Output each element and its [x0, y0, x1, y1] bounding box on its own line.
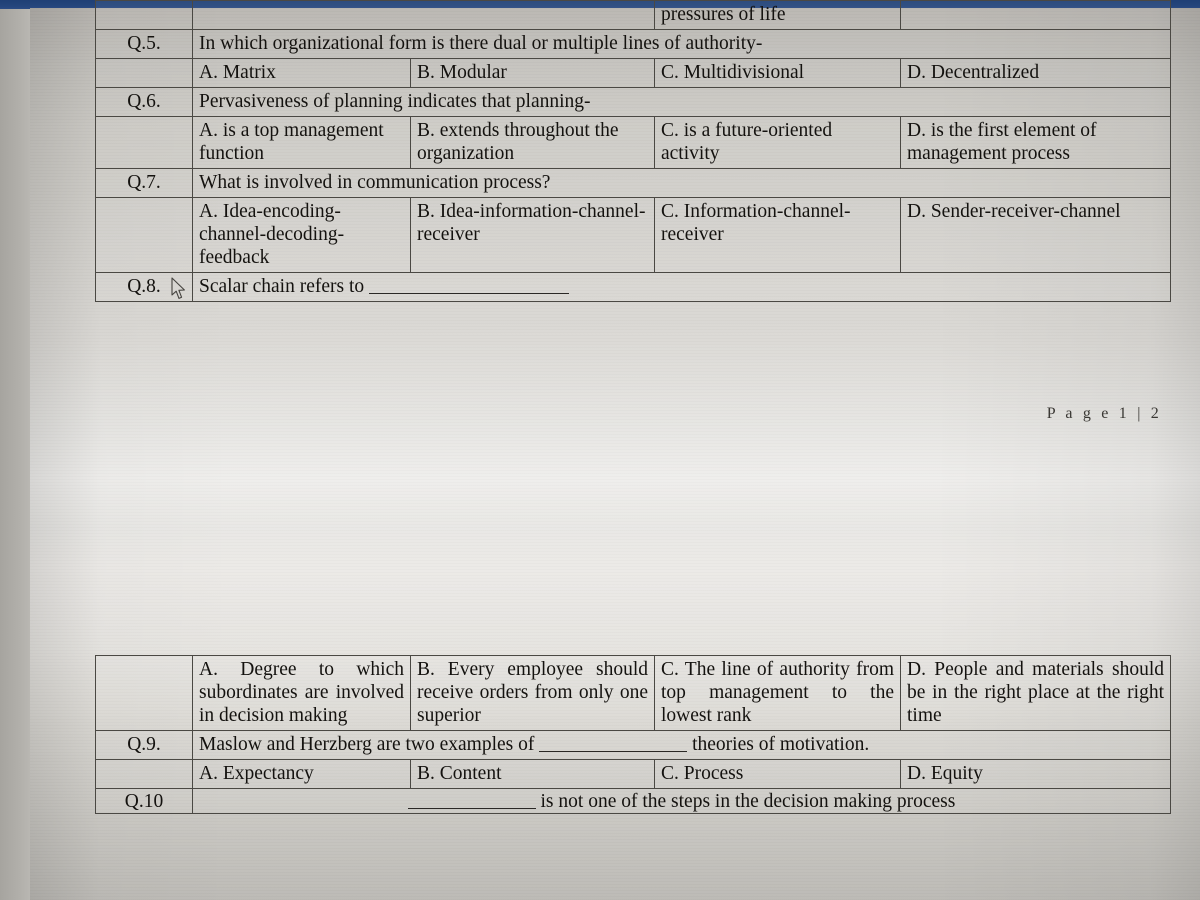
question-text-q10-after: is not one of the steps in the decision …	[540, 791, 956, 812]
question-text-q10: is not one of the steps in the decision …	[192, 788, 1171, 814]
fill-in-blank-q8	[369, 293, 569, 294]
table-row: Q.5. In which organizational form is the…	[95, 29, 1171, 59]
question-number-spacer	[95, 58, 193, 88]
option-q5-b: B. Modular	[410, 58, 655, 88]
option-q7-b: B. Idea-information-channel-receiver	[410, 197, 655, 273]
table-row: Q.8. Scalar chain refers to	[95, 272, 1171, 302]
question-text-q9-after: theories of motivation.	[692, 734, 870, 755]
question-number-spacer	[95, 116, 193, 169]
option-q6-a: A. is a top management function	[192, 116, 411, 169]
option-q8-c: C. The line of authority from top manage…	[654, 655, 901, 731]
table-row: A. Degree to which subordinates are invo…	[95, 655, 1171, 731]
option-cell-d	[900, 0, 1171, 30]
option-q9-d: D. Equity	[900, 759, 1171, 789]
option-cell-c: pressures of life	[654, 0, 901, 30]
question-number-spacer	[95, 759, 193, 789]
option-q9-a: A. Expectancy	[192, 759, 411, 789]
question-table-bottom: A. Degree to which subordinates are invo…	[95, 655, 1171, 814]
question-text-q9-before: Maslow and Herzberg are two examples of	[199, 734, 535, 755]
question-table-top: pressures of life Q.5. In which organiza…	[95, 0, 1171, 302]
table-row: A. Expectancy B. Content C. Process D. E…	[95, 759, 1171, 789]
fill-in-blank-q9	[539, 751, 688, 752]
option-q6-c: C. is a future-oriented activity	[654, 116, 901, 169]
question-number	[95, 0, 193, 30]
option-q6-b: B. extends throughout the organization	[410, 116, 655, 169]
fill-in-blank-q10	[407, 808, 536, 809]
option-q7-c: C. Information-channel-receiver	[654, 197, 901, 273]
option-q5-a: A. Matrix	[192, 58, 411, 88]
table-row: Q.6. Pervasiveness of planning indicates…	[95, 87, 1171, 117]
option-q9-c: C. Process	[654, 759, 901, 789]
page-number-footer: P a g e 1 | 2	[1046, 405, 1162, 422]
option-q8-d: D. People and materials should be in the…	[900, 655, 1171, 731]
option-q9-b: B. Content	[410, 759, 655, 789]
question-number-q9: Q.9.	[95, 730, 193, 760]
option-q5-d: D. Decentralized	[900, 58, 1171, 88]
table-row: Q.7. What is involved in communication p…	[95, 168, 1171, 198]
question-text-q6: Pervasiveness of planning indicates that…	[192, 87, 1171, 117]
question-text-q8-before: Scalar chain refers to	[199, 276, 365, 297]
table-row: A. Idea-encoding-channel-decoding-feedba…	[95, 197, 1171, 273]
option-q5-c: C. Multidivisional	[654, 58, 901, 88]
question-text-q7: What is involved in communication proces…	[192, 168, 1171, 198]
question-number-spacer	[95, 197, 193, 273]
question-number-q5: Q.5.	[95, 29, 193, 59]
question-number-q6: Q.6.	[95, 87, 193, 117]
question-number-q7: Q.7.	[95, 168, 193, 198]
option-q8-a: A. Degree to which subordinates are invo…	[192, 655, 411, 731]
table-row: A. is a top management function B. exten…	[95, 116, 1171, 169]
option-q7-d: D. Sender-receiver-channel	[900, 197, 1171, 273]
question-text-q8: Scalar chain refers to	[192, 272, 1171, 302]
table-row: A. Matrix B. Modular C. Multidivisional …	[95, 58, 1171, 88]
option-cell-a	[192, 0, 655, 30]
option-q7-a: A. Idea-encoding-channel-decoding-feedba…	[192, 197, 411, 273]
table-row: pressures of life	[95, 0, 1171, 30]
desk-surface-left	[0, 9, 34, 900]
option-q8-b: B. Every employee should receive orders …	[410, 655, 655, 731]
question-text-q9: Maslow and Herzberg are two examples of …	[192, 730, 1171, 760]
question-number-q10: Q.10	[95, 788, 193, 814]
option-q6-d: D. is the first element of management pr…	[900, 116, 1171, 169]
question-number-spacer	[95, 655, 193, 731]
question-text-q5: In which organizational form is there du…	[192, 29, 1171, 59]
table-row: Q.9. Maslow and Herzberg are two example…	[95, 730, 1171, 760]
question-number-q8: Q.8.	[95, 272, 193, 302]
table-row: Q.10 is not one of the steps in the deci…	[95, 788, 1171, 814]
